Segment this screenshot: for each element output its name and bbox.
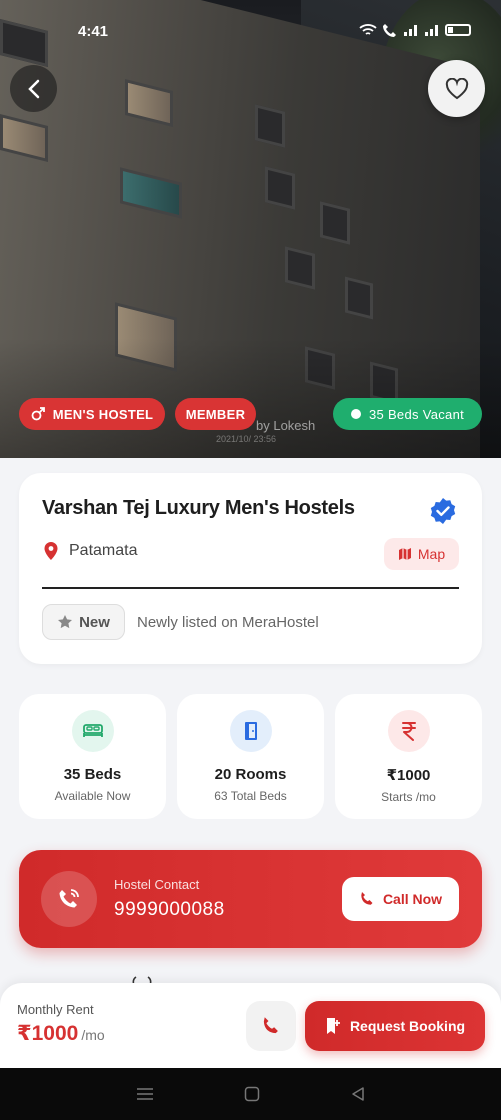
hostel-name: Varshan Tej Luxury Men's Hostels [42, 497, 355, 519]
rent-value: ₹1000/mo [17, 1021, 105, 1046]
building-window [265, 166, 295, 210]
signal-icon [425, 25, 438, 36]
status-time: 4:41 [78, 23, 109, 40]
member-tag: MEMBER [175, 398, 256, 430]
hostel-type-label: MEN'S HOSTEL [52, 406, 154, 422]
door-icon [229, 710, 272, 752]
favorite-button[interactable] [428, 60, 485, 117]
booking-bar: Monthly Rent ₹1000/mo Request Booking [0, 983, 501, 1068]
price-stat-card: ₹1000 Starts /mo [335, 694, 482, 819]
divider [42, 587, 459, 589]
status-bar: 4:41 [0, 18, 501, 46]
back-button[interactable] [10, 65, 57, 112]
hostel-type-tag: MEN'S HOSTEL [19, 398, 165, 430]
bed-icon [71, 710, 114, 752]
beds-value: 35 Beds [63, 766, 122, 783]
photo-timestamp: 2021/10/ 23:56 [216, 434, 277, 444]
building-window [320, 201, 350, 245]
male-symbol-icon [31, 407, 45, 421]
battery-icon [445, 24, 471, 36]
new-badge-label: New [79, 613, 110, 631]
star-icon [58, 615, 73, 629]
system-nav-bar [0, 1068, 501, 1120]
call-now-label: Call Now [382, 891, 443, 907]
beds-sub: Available Now [54, 789, 131, 803]
menu-icon[interactable] [136, 1087, 154, 1101]
location-row: Patamata [43, 541, 137, 561]
back-triangle-icon[interactable] [350, 1086, 366, 1102]
heart-icon [445, 77, 468, 99]
rent-amount: ₹1000 [17, 1022, 79, 1045]
building-window [285, 246, 315, 290]
building-window [255, 104, 285, 148]
status-icons [359, 23, 471, 37]
price-value: ₹1000 [386, 767, 431, 784]
contact-card: Hostel Contact 9999000088 Call Now [19, 850, 482, 948]
member-label: MEMBER [185, 406, 246, 422]
vacancy-tag: 35 Beds Vacant [333, 398, 482, 430]
map-button[interactable]: Map [384, 538, 459, 570]
price-sub: Starts /mo [381, 790, 436, 804]
contact-label: Hostel Contact [114, 877, 200, 892]
call-button[interactable] [246, 1001, 296, 1051]
photo-watermark: by Lokesh [256, 418, 316, 433]
rooms-value: 20 Rooms [214, 766, 287, 783]
hostel-photo: by Lokesh 2021/10/ 23:56 [0, 0, 501, 458]
status-dot-icon [350, 409, 361, 419]
map-icon [398, 548, 411, 560]
rupee-icon [387, 710, 430, 752]
phone-icon [361, 892, 373, 905]
map-button-label: Map [417, 546, 446, 562]
location-text: Patamata [69, 542, 138, 559]
call-now-button[interactable]: Call Now [342, 877, 459, 921]
rent-unit: /mo [81, 1027, 105, 1043]
request-booking-label: Request Booking [349, 1018, 466, 1034]
wifi-icon [359, 24, 377, 35]
listing-note: Newly listed on MeraHostel [137, 614, 319, 631]
signal-icon [404, 25, 417, 36]
chevron-left-icon [27, 79, 39, 98]
bookmark-add-icon [326, 1018, 340, 1034]
request-booking-button[interactable]: Request Booking [305, 1001, 485, 1051]
building-window [345, 276, 373, 320]
home-icon[interactable] [244, 1086, 260, 1102]
call-status-icon [383, 24, 396, 37]
verified-badge-icon [430, 498, 456, 524]
vacancy-label: 35 Beds Vacant [368, 406, 465, 422]
contact-number[interactable]: 9999000088 [114, 899, 225, 921]
rooms-sub: 63 Total Beds [214, 789, 287, 803]
new-badge: New [42, 604, 125, 640]
hostel-info-card: Varshan Tej Luxury Men's Hostels Patamat… [19, 473, 482, 664]
beds-stat-card: 35 Beds Available Now [19, 694, 166, 819]
phone-icon [263, 1017, 278, 1034]
rooms-stat-card: 20 Rooms 63 Total Beds [177, 694, 324, 819]
phone-ringing-icon [41, 871, 97, 927]
location-pin-icon [44, 542, 58, 560]
rent-label: Monthly Rent [17, 1002, 94, 1017]
